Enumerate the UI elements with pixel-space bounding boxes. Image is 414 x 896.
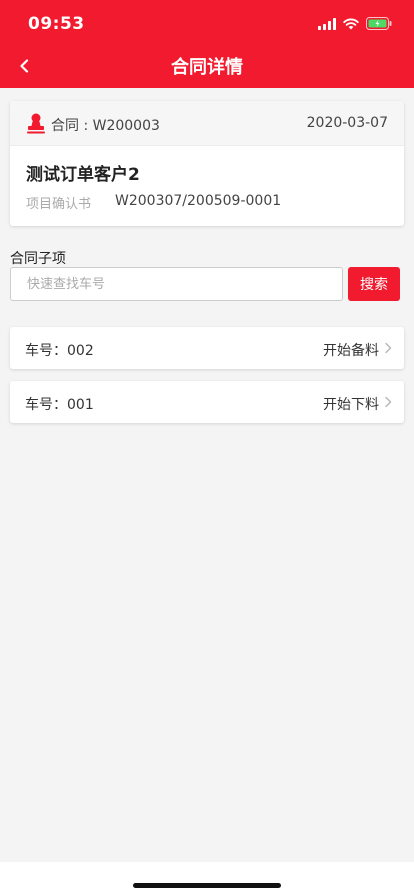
signal-icon — [318, 17, 336, 30]
sub-items-title: 合同子项 — [10, 251, 66, 267]
nav-bar: 合同详情 — [0, 44, 414, 88]
contract-number: 合同 : W200003 — [51, 118, 160, 134]
wifi-icon — [343, 18, 359, 29]
status-icons — [318, 17, 392, 30]
page-title: 合同详情 — [171, 57, 243, 78]
battery-icon — [366, 17, 392, 30]
contract-date: 2020-03-07 — [306, 115, 388, 131]
confirmation-label: 项目确认书 — [26, 197, 92, 212]
status-bar: 09:53 — [0, 0, 414, 48]
list-item[interactable]: 车号：002 开始备料 — [10, 327, 404, 369]
list-item[interactable]: 车号：001 开始下料 — [10, 381, 404, 423]
status-time: 09:53 — [28, 14, 85, 34]
chevron-right-icon — [385, 396, 392, 408]
chevron-right-icon — [385, 342, 392, 354]
search-button[interactable]: 搜索 — [348, 267, 400, 301]
confirmation-value: W200307/200509-0001 — [115, 193, 282, 209]
home-indicator[interactable] — [133, 883, 281, 888]
item-action: 开始下料 — [323, 397, 379, 413]
customer-name: 测试订单客户2 — [26, 165, 140, 185]
app-header: 09:53 合同详情 — [0, 0, 414, 88]
vehicle-number: 车号：001 — [25, 397, 94, 413]
contract-card: 合同 : W200003 2020-03-07 测试订单客户2 项目确认书 W2… — [10, 101, 404, 226]
stamp-icon — [27, 113, 45, 134]
item-action: 开始备料 — [323, 343, 379, 359]
search-input[interactable] — [10, 267, 343, 301]
vehicle-number: 车号：002 — [25, 343, 94, 359]
contract-header: 合同 : W200003 2020-03-07 — [10, 101, 404, 146]
home-area — [0, 862, 414, 896]
